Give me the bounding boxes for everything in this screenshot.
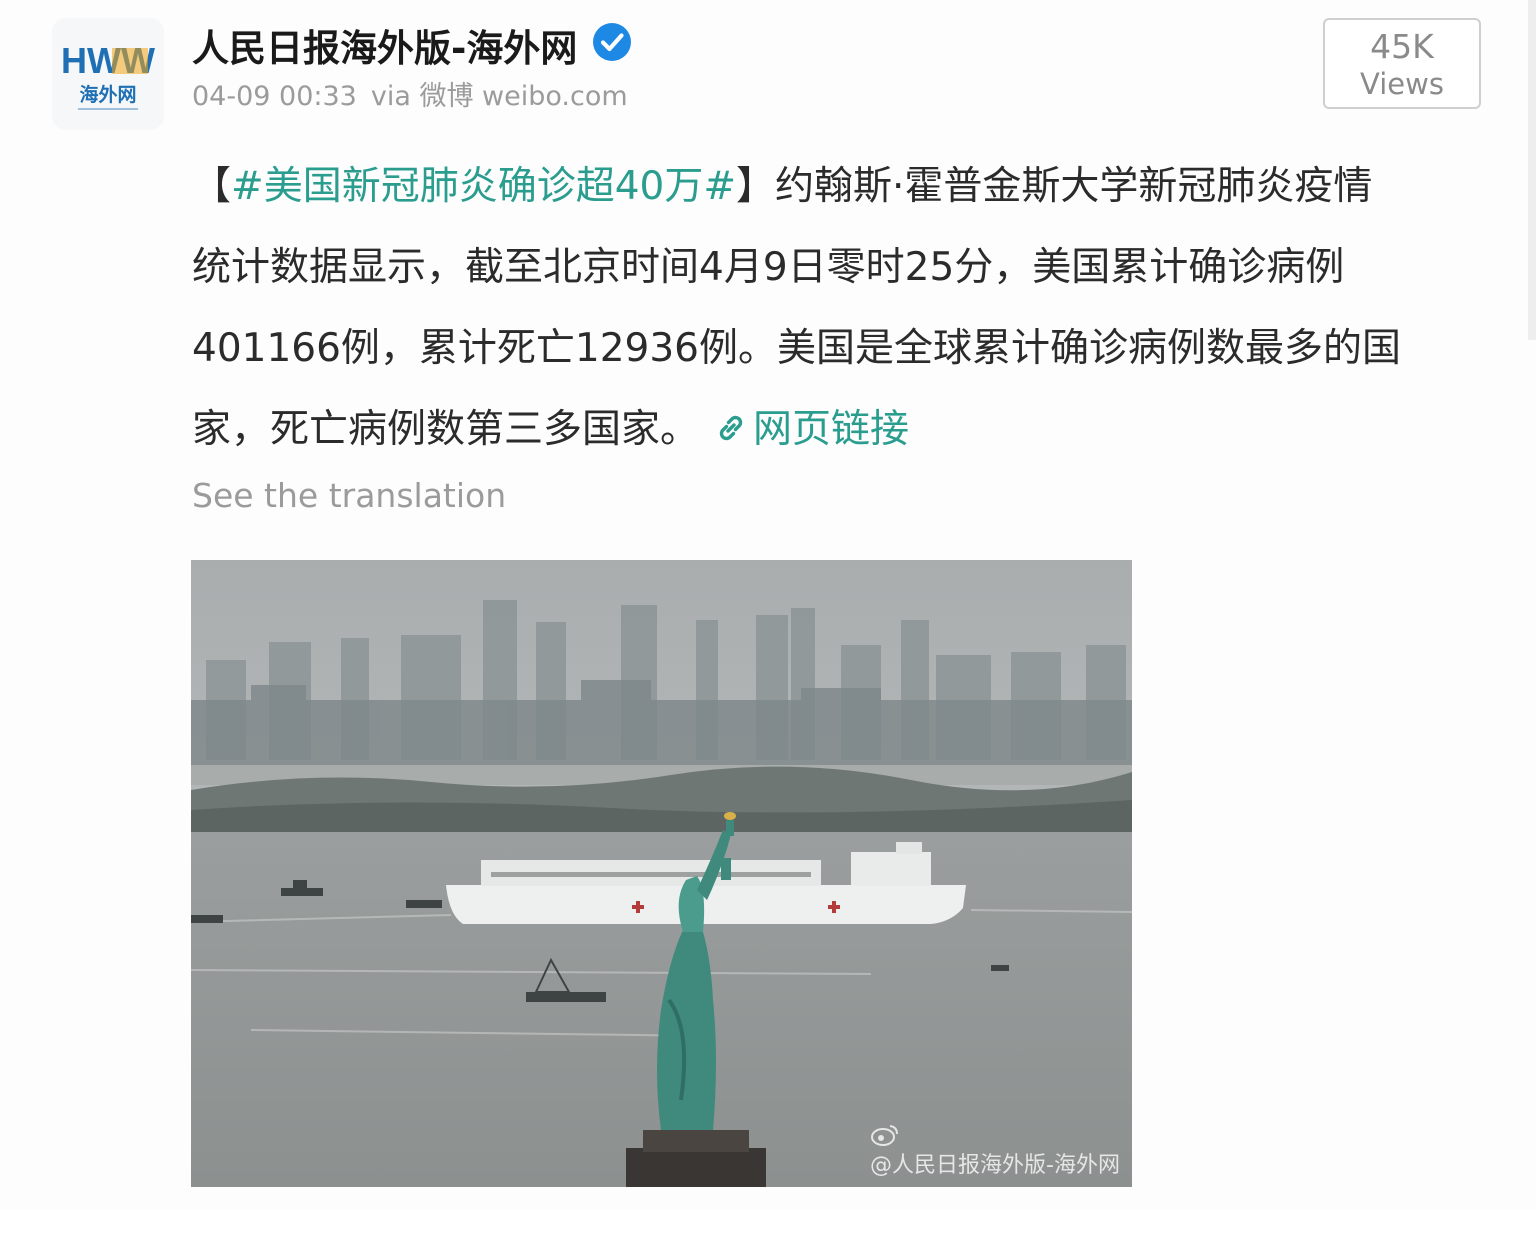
watermark-text: @人民日报海外版-海外网: [870, 1153, 1120, 1178]
post-source[interactable]: via 微博 weibo.com: [371, 81, 628, 112]
post-text-line-4: 家，死亡病例数第三多国家。 网页链接: [192, 389, 1492, 470]
scrollbar[interactable]: [1528, 0, 1536, 340]
see-translation-link[interactable]: See the translation: [192, 476, 506, 515]
post-timestamp: 04-09 00:33: [192, 81, 357, 112]
post-text-line-3: 401166例，累计死亡12936例。美国是全球累计确诊病例数最多的国: [192, 326, 1401, 371]
post-text-line-2: 统计数据显示，截至北京时间4月9日零时25分，美国累计确诊病例: [192, 245, 1345, 290]
image-watermark: @人民日报海外版-海外网: [870, 1123, 1120, 1179]
bracket-close: 】: [736, 164, 776, 209]
verified-check-icon: [593, 23, 631, 61]
weibo-logo-icon: [871, 1125, 899, 1146]
post-text-segment: 家，死亡病例数第三多国家。: [192, 407, 700, 452]
bottom-strip: [0, 1210, 1536, 1234]
post-image[interactable]: @人民日报海外版-海外网: [191, 560, 1132, 1187]
avatar-sub-text: 海外网: [79, 83, 136, 106]
avatar[interactable]: HWW 海外网: [52, 18, 164, 130]
views-label: Views: [1360, 67, 1444, 101]
views-counter: 45K Views: [1323, 18, 1481, 109]
bracket-open: 【: [192, 164, 232, 209]
link-icon: [719, 415, 743, 441]
post-meta: 04-09 00:33 via 微博 weibo.com: [192, 74, 628, 113]
author-name[interactable]: 人民日报海外版-海外网: [192, 18, 577, 72]
hashtag-link[interactable]: #美国新冠肺炎确诊超40万#: [231, 164, 736, 209]
post-text: 【#美国新冠肺炎确诊超40万#】约翰斯·霍普金斯大学新冠肺炎疫情 统计数据显示，…: [192, 146, 1492, 470]
hww-logo-icon: HWW 海外网: [52, 18, 164, 130]
post-text-line-1: 【#美国新冠肺炎确诊超40万#】约翰斯·霍普金斯大学新冠肺炎疫情: [192, 146, 1492, 227]
weibo-post: HWW 海外网 人民日报海外版-海外网 04-09 00:33 via 微博 we…: [0, 0, 1536, 1210]
views-count: 45K: [1370, 27, 1434, 66]
web-page-link[interactable]: 网页链接: [753, 407, 909, 452]
post-text-segment: 约翰斯·霍普金斯大学新冠肺炎疫情: [775, 164, 1373, 209]
harbor-photo: [191, 560, 1132, 1187]
